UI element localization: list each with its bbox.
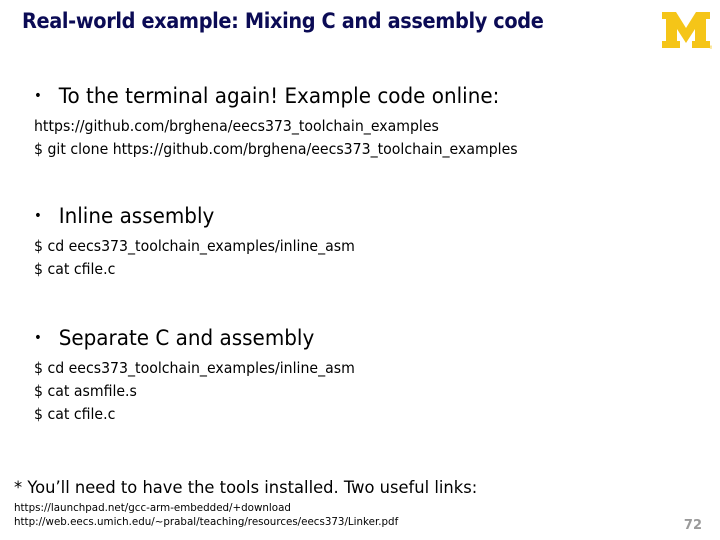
command-line: $ git clone https://github.com/brghena/e… (34, 140, 518, 158)
page-number: 72 (683, 518, 702, 533)
command-line: $ cat cfile.c (34, 260, 116, 278)
command-line: $ cat cfile.c (34, 405, 116, 423)
bullet-text: Separate C and assembly (58, 326, 315, 350)
bullet-example-code: • To the terminal again! Example code onl… (34, 84, 499, 108)
code-block-example-code: https://github.com/brghena/eecs373_toolc… (34, 115, 518, 161)
university-of-michigan-block-m-icon: ® (662, 12, 712, 50)
bullet-dot: • (34, 88, 42, 104)
linker-pdf-link[interactable]: http://web.eecs.umich.edu/~prabal/teachi… (14, 515, 398, 529)
bullet-inline-assembly: • Inline assembly (34, 204, 214, 228)
gcc-arm-download-link[interactable]: https://launchpad.net/gcc-arm-embedded/+… (14, 501, 398, 515)
command-line: $ cat asmfile.s (34, 382, 137, 400)
bullet-dot: • (34, 208, 42, 224)
bullet-text: Inline assembly (58, 204, 215, 228)
bullet-text: To the terminal again! Example code onli… (58, 84, 500, 108)
slide-title: Real-world example: Mixing C and assembl… (22, 9, 544, 33)
repo-url-link[interactable]: https://github.com/brghena/eecs373_toolc… (34, 115, 518, 138)
command-line: $ cd eecs373_toolchain_examples/inline_a… (34, 359, 355, 377)
footnote: * You’ll need to have the tools installe… (14, 478, 478, 498)
command-line: $ cd eecs373_toolchain_examples/inline_a… (34, 237, 355, 255)
code-block-separate-c-and-assembly: $ cd eecs373_toolchain_examples/inline_a… (34, 357, 355, 426)
footnote-links: https://launchpad.net/gcc-arm-embedded/+… (14, 501, 398, 529)
code-block-inline-assembly: $ cd eecs373_toolchain_examples/inline_a… (34, 235, 355, 281)
bullet-separate-c-and-assembly: • Separate C and assembly (34, 326, 314, 350)
svg-text:®: ® (709, 45, 712, 50)
bullet-dot: • (34, 330, 42, 346)
